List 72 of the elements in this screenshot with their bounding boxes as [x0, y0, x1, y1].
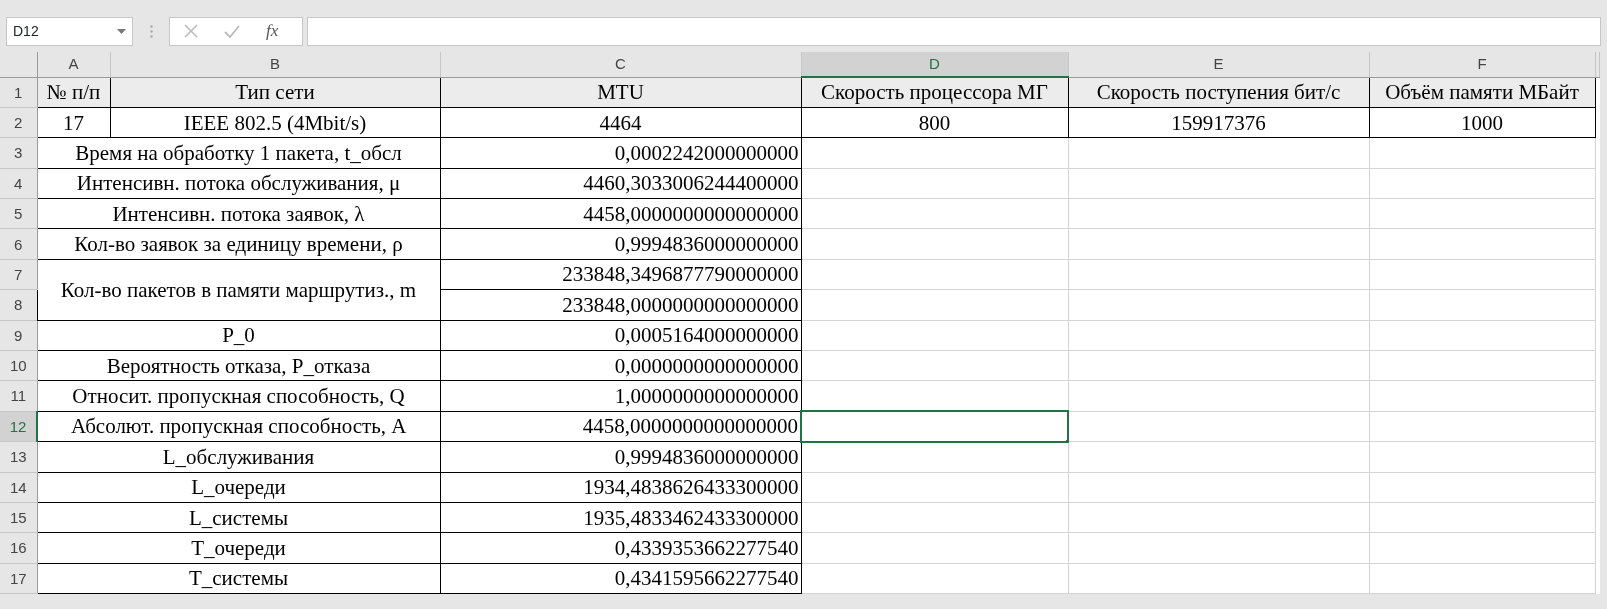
column-header[interactable]: C	[440, 52, 801, 77]
column-header[interactable]: B	[110, 52, 440, 77]
row-header[interactable]: 6	[0, 228, 37, 260]
table-cell: 1,0000000000000000	[440, 380, 801, 412]
row-header[interactable]: 3	[0, 137, 37, 169]
row-header[interactable]: 15	[0, 502, 37, 533]
table-cell: Вероятность отказа, P_отказа	[37, 350, 440, 381]
table-cell: 233848,0000000000000000	[440, 289, 801, 321]
table-cell: Объём памяти МБайт	[1369, 77, 1595, 108]
table-cell: Абсолют. пропускная способность, A	[37, 411, 440, 442]
table-cell: Тип сети	[110, 77, 440, 108]
table-cell: L_обслуживания	[37, 441, 440, 473]
table-cell: IEEE 802.5 (4Mbit/s)	[110, 107, 440, 138]
column-header[interactable]: E	[1068, 52, 1369, 77]
row-header[interactable]: 4	[0, 168, 37, 199]
row-header[interactable]: 17	[0, 563, 37, 594]
row-header[interactable]: 11	[0, 380, 37, 412]
select-all-corner[interactable]	[0, 52, 37, 77]
table-cell: 0,9994836000000000	[440, 441, 801, 473]
row-header[interactable]: 16	[0, 532, 37, 564]
column-header[interactable]: F	[1369, 52, 1595, 77]
column-header[interactable]: A	[37, 52, 110, 77]
formula-bar[interactable]	[307, 16, 1601, 46]
table-cell: 1000	[1369, 107, 1595, 138]
name-box[interactable]: D12	[6, 16, 133, 46]
table-cell: T_системы	[37, 563, 440, 594]
table-cell: Кол-во пакетов в памяти маршрутиз., m	[37, 259, 440, 321]
table-cell: 0,0000000000000000	[440, 350, 801, 381]
table-cell: 4458,0000000000000000	[440, 198, 801, 229]
caret-icon	[117, 28, 126, 34]
active-cell[interactable]	[801, 411, 1068, 442]
table-cell: Скорость процессора МГ	[801, 77, 1068, 108]
table-cell: T_очереди	[37, 532, 440, 564]
table-cell: MTU	[440, 77, 801, 108]
table-cell: 4460,3033006244400000	[440, 168, 801, 199]
table-cell: 0,4341595662277540	[440, 563, 801, 594]
row-header[interactable]: 8	[0, 289, 37, 321]
row-header[interactable]: 14	[0, 472, 37, 503]
table-cell: 0,9994836000000000	[440, 228, 801, 260]
row-header[interactable]: 10	[0, 350, 37, 381]
table-cell: L_системы	[37, 502, 440, 533]
row-header[interactable]: 1	[0, 77, 37, 108]
table-cell: L_очереди	[37, 472, 440, 503]
insert-function-button[interactable]: fx	[266, 18, 279, 44]
row-header[interactable]: 9	[0, 320, 37, 351]
row-header[interactable]: 5	[0, 198, 37, 229]
table-cell: Интенсивн. потока обслуживания, μ	[37, 168, 440, 199]
table-cell: 0,0005164000000000	[440, 320, 801, 351]
row-header[interactable]: 12	[0, 411, 37, 442]
row-header[interactable]: 2	[0, 107, 37, 138]
table-cell: 800	[801, 107, 1068, 138]
table-cell: P_0	[37, 320, 440, 351]
table-cell: 17	[37, 107, 110, 138]
table-cell: Кол-во заявок за единицу времени, ρ	[37, 228, 440, 260]
close-icon[interactable]	[184, 24, 198, 38]
more-icon[interactable]	[149, 24, 153, 38]
table-cell: Скорость поступения бит/с	[1068, 77, 1369, 108]
table-cell: 159917376	[1068, 107, 1369, 138]
table-cell: Интенсивн. потока заявок, λ	[37, 198, 440, 229]
row-header[interactable]: 7	[0, 259, 37, 290]
table-cell: Относит. пропускная способность, Q	[37, 380, 440, 412]
table-cell: 0,0002242000000000	[440, 137, 801, 169]
check-icon[interactable]	[224, 24, 240, 38]
table-cell: 4464	[440, 107, 801, 138]
table-cell: № п/п	[37, 77, 110, 108]
table-cell: Время на обработку 1 пакета, t_обсл	[37, 137, 440, 169]
row-header[interactable]: 13	[0, 441, 37, 473]
table-cell: 1935,4833462433300000	[440, 502, 801, 533]
column-header[interactable]: D	[801, 52, 1068, 77]
table-cell: 0,4339353662277540	[440, 532, 801, 564]
table-cell: 233848,3496877790000000	[440, 259, 801, 290]
table-cell: 1934,4838626433300000	[440, 472, 801, 503]
